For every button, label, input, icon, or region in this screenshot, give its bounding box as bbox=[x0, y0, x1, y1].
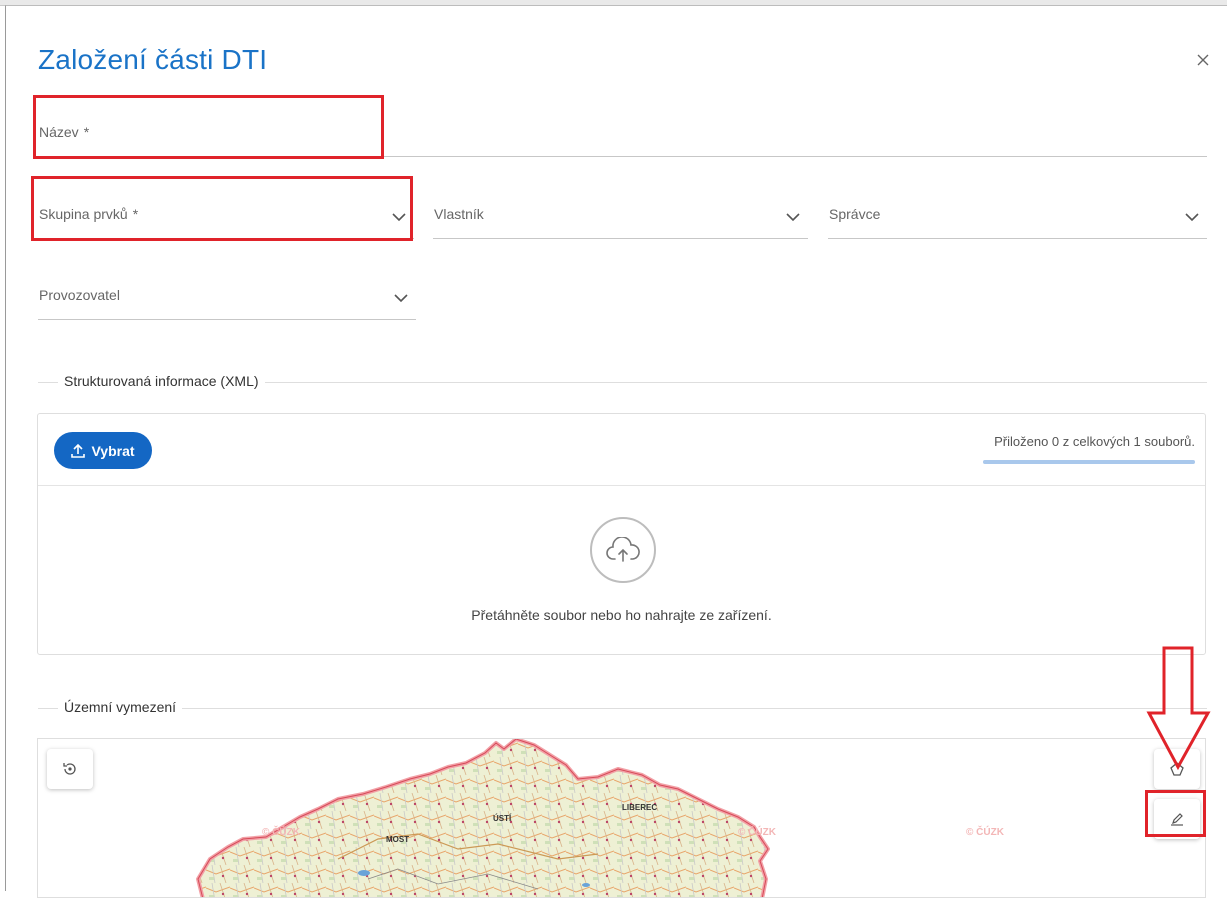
drop-zone-text: Přetáhněte soubor nebo ho nahrajte ze za… bbox=[471, 607, 772, 623]
operator-select[interactable]: Provozovatel bbox=[38, 270, 416, 320]
map-view[interactable]: MOST ÚSTÍ LIBEREC © ČÚZK © ČÚZK © ČÚZK bbox=[37, 738, 1206, 898]
select-file-button[interactable]: Vybrat bbox=[54, 432, 152, 469]
administrator-label: Správce bbox=[829, 206, 881, 222]
operator-label: Provozovatel bbox=[39, 287, 120, 303]
dialog-title: Založení části DTI bbox=[38, 44, 268, 75]
upload-icon bbox=[71, 443, 86, 458]
highlight-box-element-group bbox=[31, 176, 413, 241]
close-button[interactable] bbox=[1193, 50, 1213, 70]
owner-select[interactable]: Vlastník bbox=[433, 189, 808, 239]
upload-progress-bar bbox=[983, 460, 1195, 464]
section-divider bbox=[38, 708, 1207, 709]
select-file-button-label: Vybrat bbox=[91, 442, 135, 459]
chevron-down-icon bbox=[394, 294, 408, 303]
map-watermark: © ČÚZK bbox=[966, 827, 1004, 838]
highlight-box-edit-drawing bbox=[1145, 790, 1206, 837]
reset-view-icon bbox=[63, 763, 76, 775]
map-watermark: © ČÚZK bbox=[738, 827, 776, 838]
upload-header: Vybrat Přiloženo 0 z celkových 1 souborů… bbox=[38, 414, 1205, 486]
owner-label: Vlastník bbox=[434, 206, 484, 222]
file-upload-area: Vybrat Přiloženo 0 z celkových 1 souborů… bbox=[37, 413, 1206, 655]
map-city-label: MOST bbox=[386, 835, 409, 844]
chevron-down-icon bbox=[1185, 213, 1199, 222]
territory-legend: Územní vymezení bbox=[58, 699, 183, 715]
annotation-arrow-down bbox=[1146, 646, 1211, 771]
map-watermark: © ČÚZK bbox=[262, 827, 300, 838]
map-city-label: LIBEREC bbox=[622, 803, 657, 812]
highlight-box-name bbox=[33, 95, 384, 159]
close-icon bbox=[1197, 54, 1209, 66]
attached-files-status: Přiloženo 0 z celkových 1 souborů. bbox=[994, 434, 1195, 449]
reset-view-button[interactable] bbox=[47, 749, 93, 789]
create-dti-part-dialog: Založení části DTI Název * Skupina prvků *… bbox=[5, 5, 1227, 898]
cloud-upload-icon[interactable] bbox=[590, 517, 656, 583]
structured-info-legend: Strukturovaná informace (XML) bbox=[58, 373, 265, 389]
administrator-select[interactable]: Správce bbox=[828, 189, 1207, 239]
czech-map-image: MOST ÚSTÍ LIBEREC bbox=[196, 739, 770, 897]
chevron-down-icon bbox=[786, 213, 800, 222]
map-city-label: ÚSTÍ bbox=[493, 814, 512, 823]
upload-progress-fill bbox=[983, 460, 1195, 464]
